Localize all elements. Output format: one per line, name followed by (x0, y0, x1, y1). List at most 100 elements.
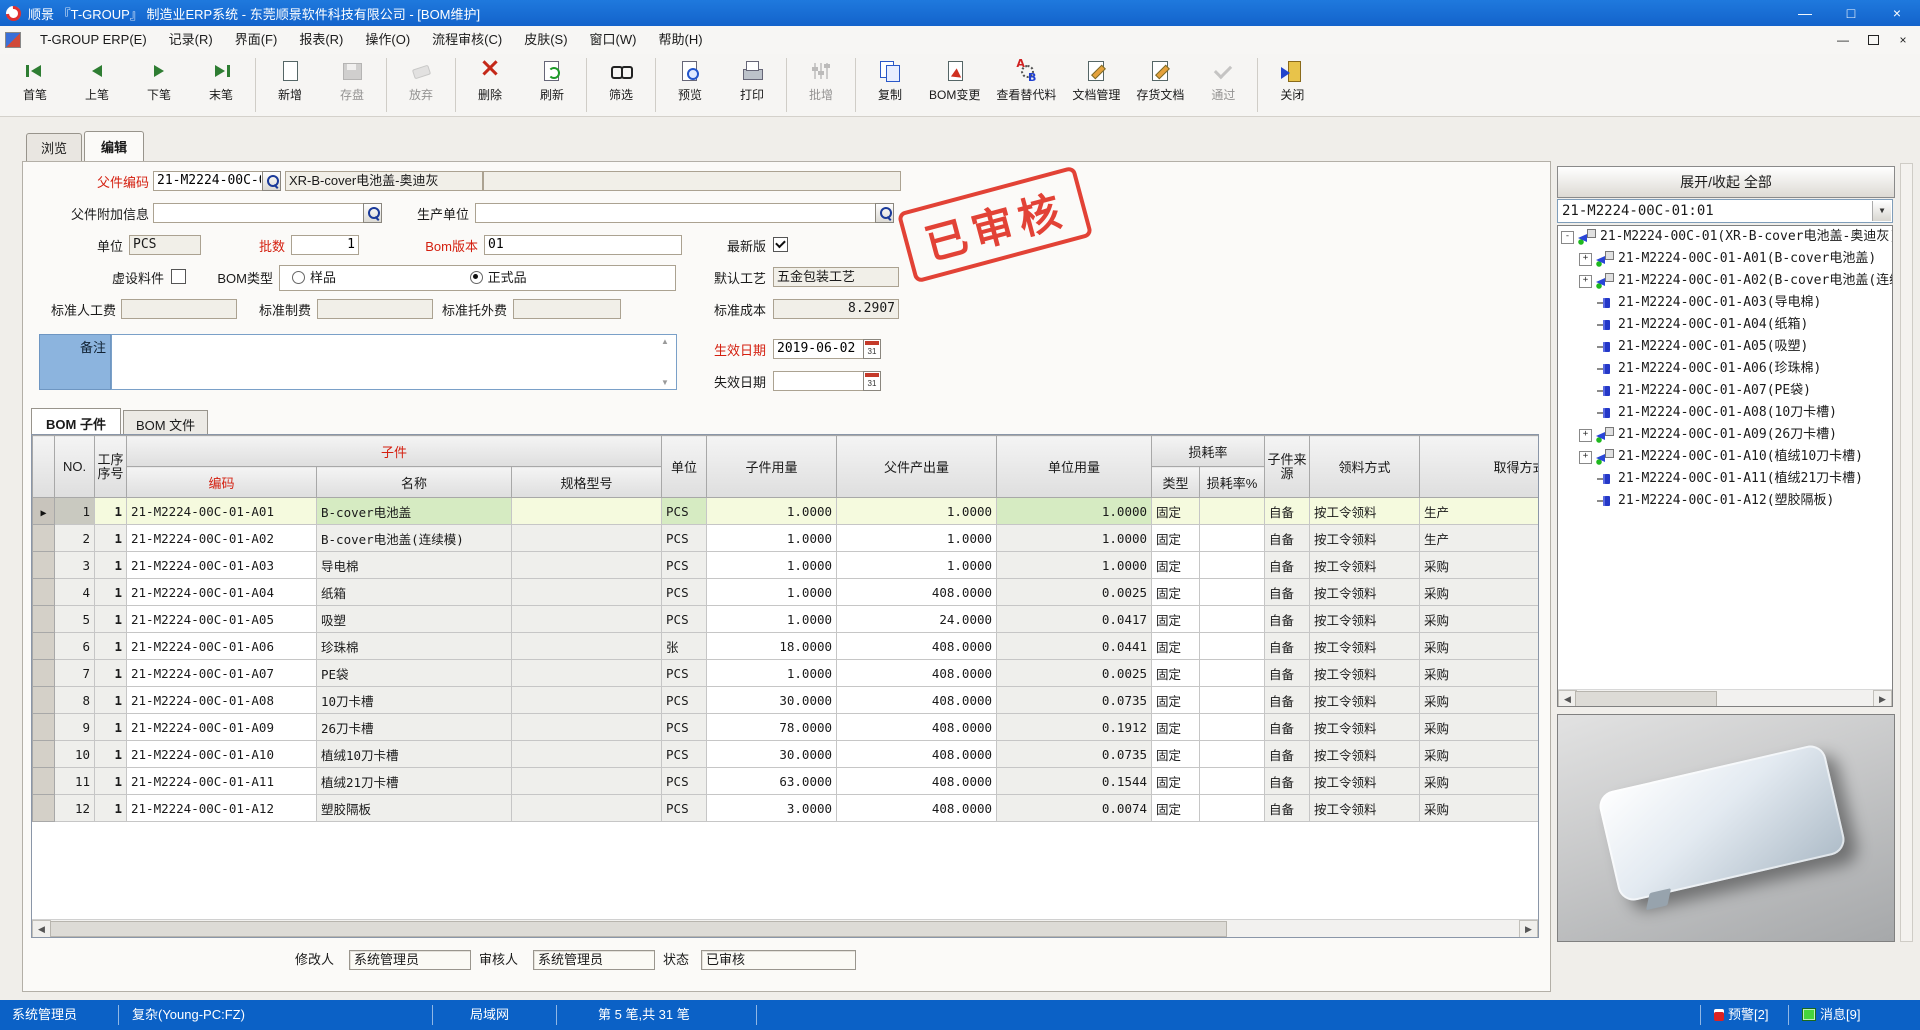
copy-button[interactable]: 复制 (859, 54, 921, 116)
menu-item[interactable]: T-GROUP ERP(E) (29, 26, 158, 54)
mdi-restore-button[interactable] (1862, 30, 1884, 50)
cell-qty[interactable]: 63.0000 (707, 768, 837, 795)
cell-unit[interactable]: PCS (662, 768, 707, 795)
cell-name[interactable]: 植绒21刀卡槽 (317, 768, 512, 795)
cell-source[interactable]: 自备 (1265, 552, 1310, 579)
cell-seq[interactable]: 1 (95, 633, 127, 660)
cell-name[interactable]: 导电棉 (317, 552, 512, 579)
cell-spec[interactable] (512, 768, 662, 795)
cell-no[interactable]: 1 (55, 498, 95, 525)
cell-seq[interactable]: 1 (95, 687, 127, 714)
cell-name[interactable]: B-cover电池盖(连续模) (317, 525, 512, 552)
tree-toggle-icon[interactable]: + (1579, 275, 1592, 288)
messages-button[interactable]: 消息[9] (1802, 1000, 1860, 1030)
cell-name[interactable]: 10刀卡槽 (317, 687, 512, 714)
cell-spec[interactable] (512, 795, 662, 822)
close-button[interactable]: × (1874, 0, 1920, 26)
cell-acquire[interactable]: 生产 (1420, 525, 1539, 552)
parent-extra-lookup-button[interactable] (363, 203, 382, 223)
cell-qty[interactable]: 1.0000 (707, 552, 837, 579)
cell-unit-qty[interactable]: 0.1544 (997, 768, 1152, 795)
cell-seq[interactable]: 1 (95, 552, 127, 579)
preview-button[interactable]: 预览 (659, 54, 721, 116)
cell-unit-qty[interactable]: 0.0074 (997, 795, 1152, 822)
tree-item[interactable]: + 21-M2224-00C-01-A01(B-cover电池盖) (1558, 248, 1892, 270)
cell-no[interactable]: 10 (55, 741, 95, 768)
cell-acquire[interactable]: 采购 (1420, 741, 1539, 768)
parent-code-lookup-button[interactable] (262, 171, 281, 191)
cell-source[interactable]: 自备 (1265, 579, 1310, 606)
table-row[interactable]: 9 1 21-M2224-00C-01-A09 26刀卡槽 PCS 78.000… (33, 714, 1540, 741)
cell-acquire[interactable]: 采购 (1420, 633, 1539, 660)
col-seq[interactable]: 工序序号 (95, 436, 127, 498)
cell-parent-output[interactable]: 408.0000 (837, 741, 997, 768)
cell-acquire[interactable]: 生产 (1420, 498, 1539, 525)
cell-unit-qty[interactable]: 0.0417 (997, 606, 1152, 633)
maximize-button[interactable]: □ (1828, 0, 1874, 26)
cell-code[interactable]: 21-M2224-00C-01-A11 (127, 768, 317, 795)
cell-unit-qty[interactable]: 0.0025 (997, 579, 1152, 606)
doc-manage-button[interactable]: 文档管理 (1064, 54, 1128, 116)
cell-name[interactable]: 植绒10刀卡槽 (317, 741, 512, 768)
cell-loss-rate[interactable] (1200, 714, 1265, 741)
cell-no[interactable]: 9 (55, 714, 95, 741)
cell-code[interactable]: 21-M2224-00C-01-A03 (127, 552, 317, 579)
table-row[interactable]: 12 1 21-M2224-00C-01-A12 塑胶隔板 PCS 3.0000… (33, 795, 1540, 822)
exit-button[interactable]: 关闭 (1261, 54, 1323, 116)
cell-loss-type[interactable]: 固定 (1152, 525, 1200, 552)
cell-loss-rate[interactable] (1200, 660, 1265, 687)
col-unit[interactable]: 单位 (662, 436, 707, 498)
cell-parent-output[interactable]: 1.0000 (837, 525, 997, 552)
cell-code[interactable]: 21-M2224-00C-01-A09 (127, 714, 317, 741)
cell-picking[interactable]: 按工令领料 (1310, 768, 1420, 795)
cell-spec[interactable] (512, 714, 662, 741)
cell-parent-output[interactable]: 408.0000 (837, 687, 997, 714)
cell-parent-output[interactable]: 408.0000 (837, 660, 997, 687)
chevron-down-icon[interactable]: ▼ (1872, 201, 1891, 221)
refresh-button[interactable]: 刷新 (521, 54, 583, 116)
cell-loss-type[interactable]: 固定 (1152, 633, 1200, 660)
col-spec[interactable]: 规格型号 (512, 467, 662, 498)
tree-item[interactable]: 21-M2224-00C-01-A08(10刀卡槽) (1558, 402, 1892, 424)
cell-seq[interactable]: 1 (95, 768, 127, 795)
mdi-minimize-button[interactable]: — (1832, 30, 1854, 50)
cell-code[interactable]: 21-M2224-00C-01-A02 (127, 525, 317, 552)
cell-qty[interactable]: 78.0000 (707, 714, 837, 741)
tree-item[interactable]: - 21-M2224-00C-01(XR-B-cover电池盖-奥迪灰) (1558, 226, 1892, 248)
tree-item[interactable]: 21-M2224-00C-01-A11(植绒21刀卡槽) (1558, 468, 1892, 490)
filter-button[interactable]: 筛选 (590, 54, 652, 116)
cell-code[interactable]: 21-M2224-00C-01-A07 (127, 660, 317, 687)
row-selector[interactable] (33, 606, 55, 633)
tree-item[interactable]: + 21-M2224-00C-01-A09(26刀卡槽) (1558, 424, 1892, 446)
row-selector[interactable] (33, 714, 55, 741)
tree-item[interactable]: 21-M2224-00C-01-A05(吸塑) (1558, 336, 1892, 358)
cell-picking[interactable]: 按工令领料 (1310, 525, 1420, 552)
menu-item[interactable]: 帮助(H) (647, 26, 713, 54)
cell-loss-type[interactable]: 固定 (1152, 768, 1200, 795)
virtual-part-checkbox[interactable] (171, 269, 186, 284)
cell-picking[interactable]: 按工令领料 (1310, 795, 1420, 822)
cell-loss-rate[interactable] (1200, 768, 1265, 795)
cell-parent-output[interactable]: 408.0000 (837, 579, 997, 606)
cell-acquire[interactable]: 采购 (1420, 687, 1539, 714)
cell-name[interactable]: 塑胶隔板 (317, 795, 512, 822)
tree-item[interactable]: 21-M2224-00C-01-A07(PE袋) (1558, 380, 1892, 402)
tree-toggle-icon[interactable]: + (1579, 451, 1592, 464)
cell-no[interactable]: 12 (55, 795, 95, 822)
cell-seq[interactable]: 1 (95, 579, 127, 606)
cell-qty[interactable]: 1.0000 (707, 606, 837, 633)
cell-seq[interactable]: 1 (95, 741, 127, 768)
cell-picking[interactable]: 按工令领料 (1310, 660, 1420, 687)
bom-type-sample-option[interactable]: 样品 (292, 270, 336, 285)
expand-collapse-all-button[interactable]: 展开/收起 全部 (1557, 166, 1895, 198)
col-picking[interactable]: 领料方式 (1310, 436, 1420, 498)
tree-horizontal-scrollbar[interactable]: ◀ ▶ (1558, 689, 1892, 706)
cell-unit-qty[interactable]: 0.0441 (997, 633, 1152, 660)
cell-loss-rate[interactable] (1200, 606, 1265, 633)
cell-unit[interactable]: PCS (662, 579, 707, 606)
right-vertical-scrollbar[interactable] (1900, 163, 1913, 942)
cell-loss-type[interactable]: 固定 (1152, 660, 1200, 687)
cell-parent-output[interactable]: 408.0000 (837, 714, 997, 741)
cell-no[interactable]: 4 (55, 579, 95, 606)
cell-unit[interactable]: PCS (662, 687, 707, 714)
